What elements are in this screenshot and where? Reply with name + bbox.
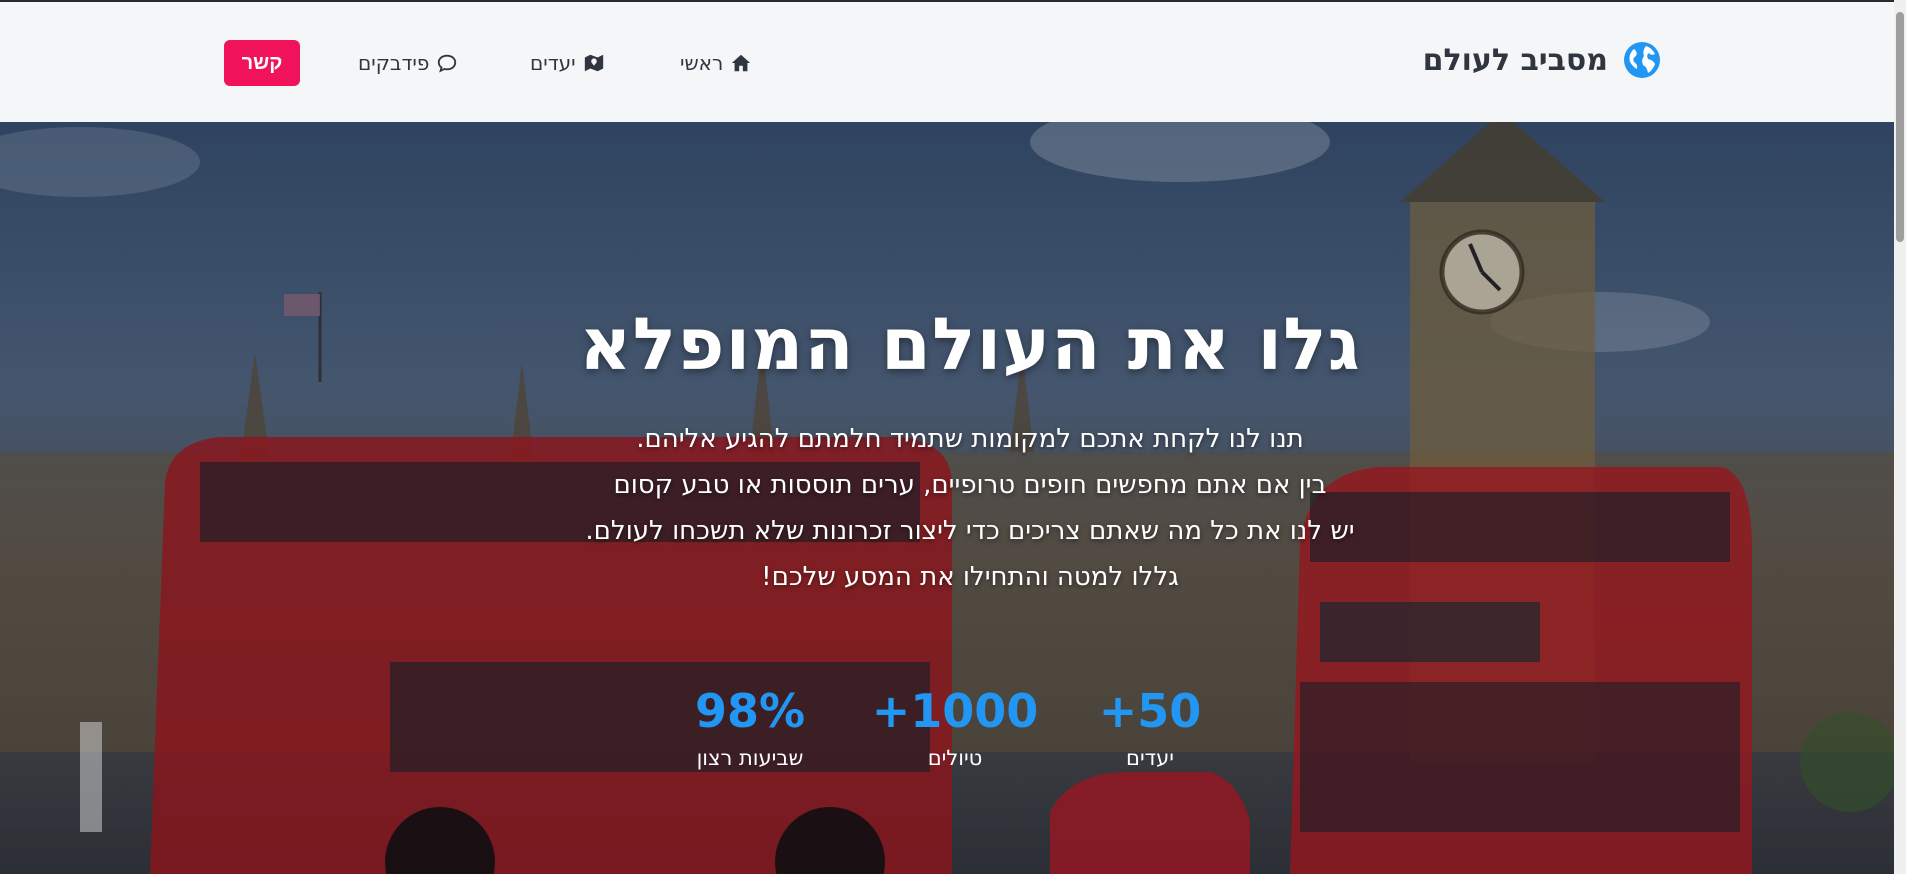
brand-name: מסביב לעולם xyxy=(1422,42,1608,78)
hero-section: גלו את העולם המופלא תנו לנו לקחת אתכם למ… xyxy=(0,122,1894,874)
scrollbar-thumb[interactable] xyxy=(1896,12,1904,242)
navbar: מסביב לעולם ראשי יעדים פידבקים קשר xyxy=(0,0,1894,122)
nav-link-home-label: ראשי xyxy=(680,51,724,75)
nav-link-destinations-label: יעדים xyxy=(530,51,576,75)
hero-description: תנו לנו לקחת אתכם למקומות שתמיד חלמתם לה… xyxy=(46,416,1894,600)
brand-logo[interactable]: מסביב לעולם xyxy=(1423,40,1662,80)
hero-content: גלו את העולם המופלא תנו לנו לקחת אתכם למ… xyxy=(0,302,1894,600)
stat-trips: +1000 טיולים xyxy=(845,684,1065,770)
home-icon xyxy=(732,54,751,72)
nav-link-home[interactable]: ראשי xyxy=(680,51,752,75)
stat-destinations: +50 יעדים xyxy=(1040,684,1260,770)
stat-label: יעדים xyxy=(1126,746,1174,770)
stat-value: 98% xyxy=(694,684,806,738)
nav-link-feedback[interactable]: פידבקים xyxy=(358,51,458,75)
nav-link-feedback-label: פידבקים xyxy=(358,51,430,75)
hero-title: גלו את העולם המופלא xyxy=(579,302,1361,386)
stat-value: +50 xyxy=(1098,684,1202,738)
contact-button[interactable]: קשר xyxy=(224,40,300,86)
hero-line: תנו לנו לקחת אתכם למקומות שתמיד חלמתם לה… xyxy=(636,424,1304,454)
page-scrollbar[interactable] xyxy=(1894,0,1906,874)
chat-bubble-icon xyxy=(438,54,457,73)
nav-link-destinations[interactable]: יעדים xyxy=(530,51,605,75)
stat-label: טיולים xyxy=(927,746,983,770)
hero-line: בין אם אתם מחפשים חופים טרופיים, ערים תו… xyxy=(613,470,1327,500)
stat-label: שביעות רצון xyxy=(696,746,804,770)
hero-line: יש לנו את כל מה שאתם צריכים כדי ליצור זכ… xyxy=(585,516,1355,546)
globe-icon xyxy=(1624,42,1660,78)
map-icon xyxy=(584,54,603,72)
stat-value: +1000 xyxy=(871,684,1039,738)
stat-satisfaction: 98% שביעות רצון xyxy=(640,684,860,770)
stats-row: +50 יעדים +1000 טיולים 98% שביעות רצון xyxy=(0,684,1894,804)
hero-line: גללו למטה והתחילו את המסע שלכם! xyxy=(761,562,1179,592)
